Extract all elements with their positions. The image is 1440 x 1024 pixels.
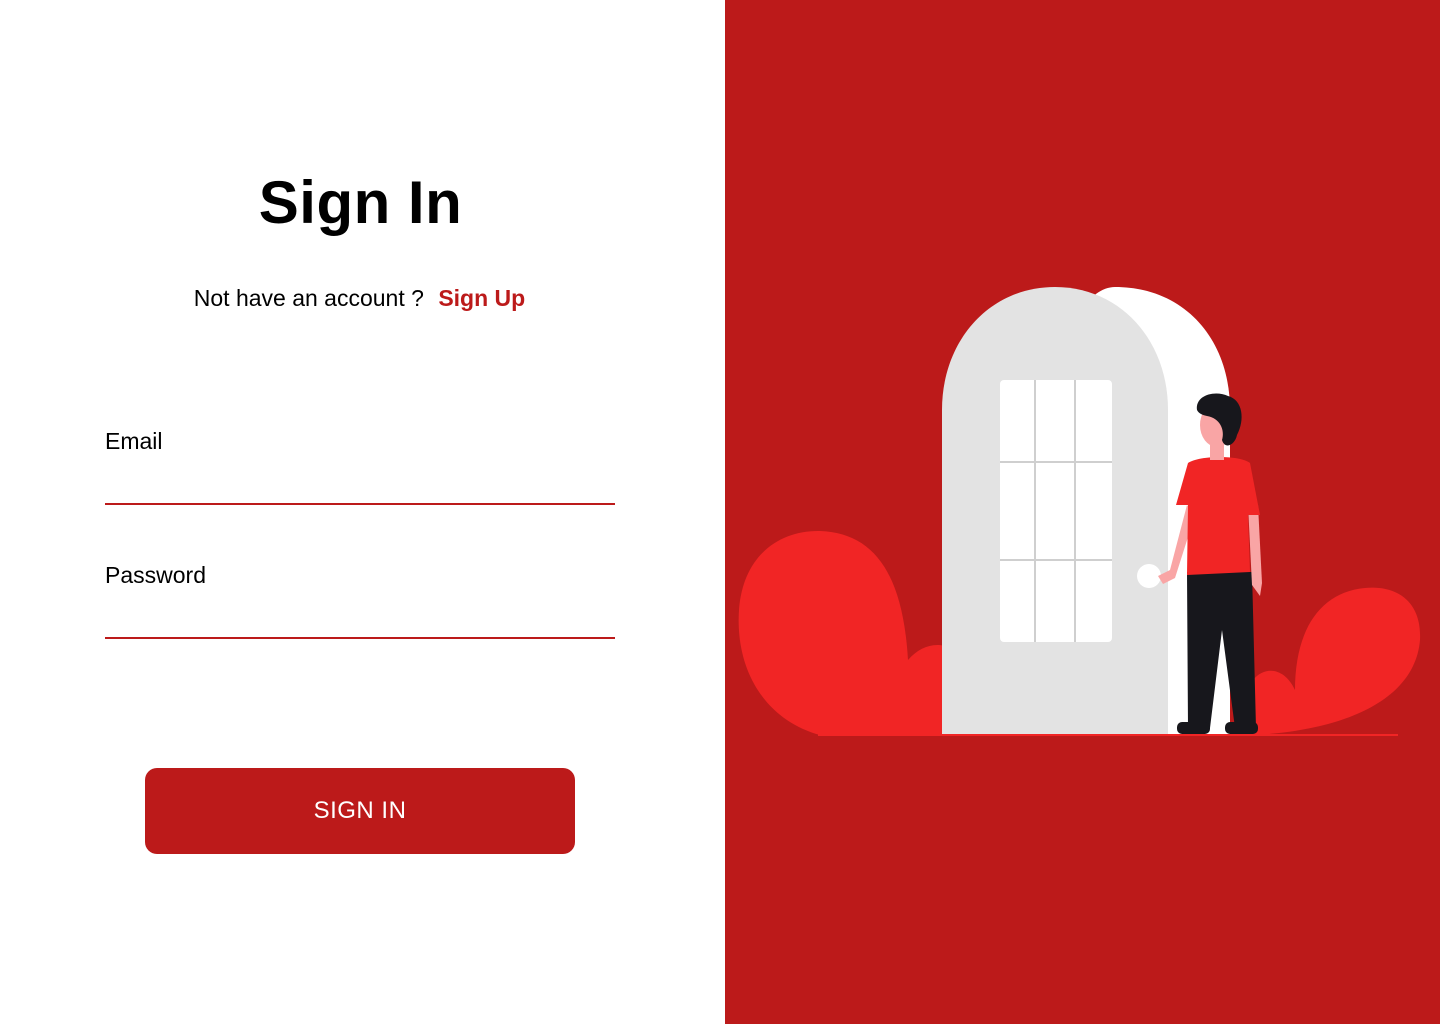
sign-in-panel: Sign In Not have an account ? Sign Up Em… <box>0 0 725 1024</box>
no-account-text: Not have an account ? <box>193 285 424 311</box>
signup-link[interactable]: Sign Up <box>438 285 525 311</box>
person-shirt-shape <box>1176 457 1260 575</box>
password-label: Password <box>105 562 206 588</box>
sign-in-page: Sign In Not have an account ? Sign Up Em… <box>0 0 1440 1024</box>
door-knob-shape <box>1137 564 1161 588</box>
person-shoe-left <box>1177 722 1210 734</box>
email-field-group: Email <box>105 428 615 505</box>
door-window-shape <box>1000 380 1112 642</box>
person-shoe-right <box>1225 722 1258 734</box>
person-at-door-illustration <box>738 287 1421 736</box>
email-input[interactable] <box>105 467 615 505</box>
left-bush-shape <box>738 530 965 735</box>
password-input[interactable] <box>105 601 615 639</box>
password-field-group: Password <box>105 562 615 639</box>
email-label: Email <box>105 428 163 454</box>
right-bush-shape <box>1253 587 1421 735</box>
illustration-panel <box>725 0 1440 1024</box>
sign-in-button[interactable]: SIGN IN <box>145 768 575 854</box>
signup-prompt: Not have an account ? Sign Up <box>0 285 722 312</box>
page-title: Sign In <box>258 169 463 236</box>
